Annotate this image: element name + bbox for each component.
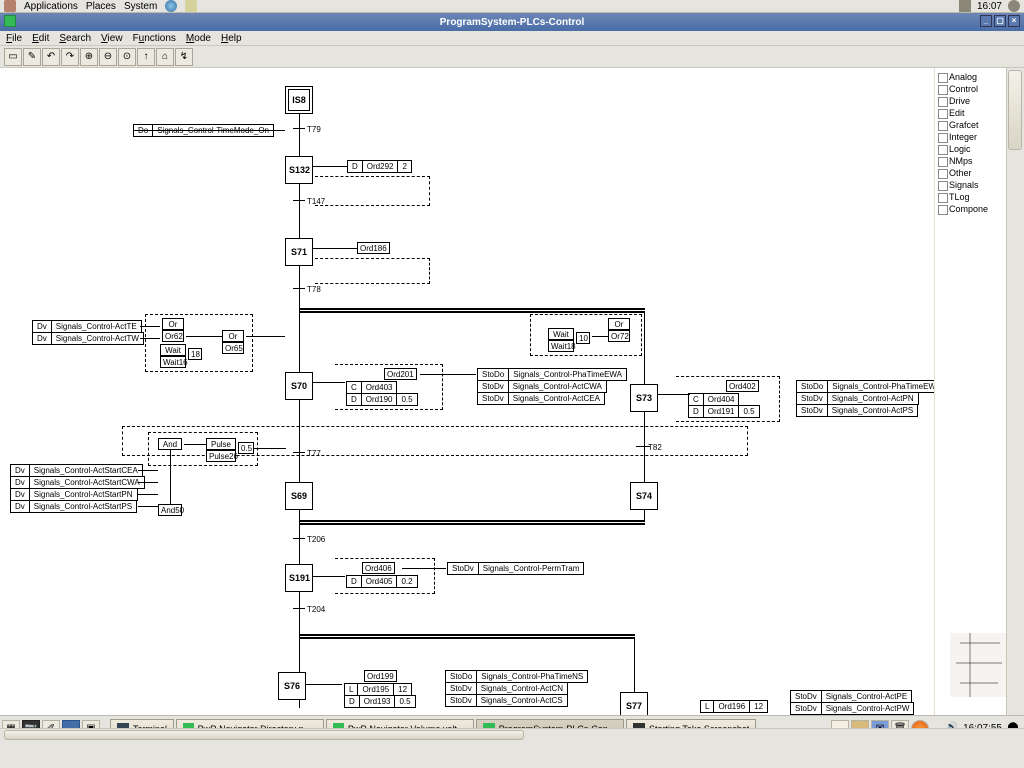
step-S77[interactable]: S77 xyxy=(620,692,648,715)
palette-control[interactable]: Control xyxy=(937,83,1004,95)
action-ord186[interactable]: Ord186 xyxy=(357,242,390,254)
act-tw[interactable]: Dv Signals_Control-ActTW xyxy=(32,332,144,345)
act-s77-l[interactable]: LOrd19612 xyxy=(700,700,768,713)
app-toolbar: ▭ ✎ ↶ ↷ ⊕ ⊖ ⊙ ↑ ⌂ ↯ xyxy=(0,46,1024,68)
step-S132[interactable]: S132 xyxy=(285,156,313,184)
step-S74[interactable]: S74 xyxy=(630,482,658,510)
menu-applications[interactable]: Applications xyxy=(24,1,78,12)
trans-T204: T204 xyxy=(305,604,327,616)
menu-file[interactable]: File xyxy=(6,33,22,44)
object-palette[interactable]: Analog Control Drive Edit Grafcet Intege… xyxy=(934,68,1006,715)
trans-T79: T79 xyxy=(305,124,323,136)
menu-mode[interactable]: Mode xyxy=(186,33,211,44)
diagram-canvas[interactable]: IS8 T79 Do Signals_Control-TimeMode_On S… xyxy=(0,68,966,715)
close-button[interactable]: × xyxy=(1008,15,1020,27)
block-and50[interactable]: And50 xyxy=(158,504,182,516)
window-title: ProgramSystem-PLCs-Control xyxy=(440,17,584,28)
palette-compone[interactable]: Compone xyxy=(937,203,1004,215)
vertical-scrollbar[interactable] xyxy=(1006,68,1024,715)
step-IS8[interactable]: IS8 xyxy=(285,86,313,114)
gnome-foot-icon xyxy=(4,0,16,12)
scroll-thumb[interactable] xyxy=(1008,70,1022,150)
h-scroll-thumb[interactable] xyxy=(4,730,524,740)
tool-undo-icon[interactable]: ↶ xyxy=(42,48,60,66)
palette-other[interactable]: Other xyxy=(937,167,1004,179)
horizontal-scrollbar[interactable] xyxy=(0,728,1024,742)
palette-analog[interactable]: Analog xyxy=(937,71,1004,83)
network-icon[interactable] xyxy=(959,0,971,12)
maximize-button[interactable]: ▢ xyxy=(994,15,1006,27)
palette-grafcet[interactable]: Grafcet xyxy=(937,119,1004,131)
palette-drive[interactable]: Drive xyxy=(937,95,1004,107)
act-start-ps[interactable]: DvSignals_Control-ActStartPS xyxy=(10,500,137,513)
tool-save-icon[interactable]: ▭ xyxy=(4,48,22,66)
tool-redo-icon[interactable]: ↷ xyxy=(61,48,79,66)
trans-T147: T147 xyxy=(305,196,327,208)
panel-clock[interactable]: 16:07 xyxy=(977,1,1002,12)
tool-zoom-reset-icon[interactable]: ⊙ xyxy=(118,48,136,66)
action-timemode[interactable]: Do Signals_Control-TimeMode_On xyxy=(133,124,274,137)
step-S76[interactable]: S76 xyxy=(278,672,306,700)
tool-zoom-out-icon[interactable]: ⊖ xyxy=(99,48,117,66)
trans-T206: T206 xyxy=(305,534,327,546)
act-s73-r3[interactable]: StoDvSignals_Control-ActPS xyxy=(796,404,918,417)
palette-tlog[interactable]: TLog xyxy=(937,191,1004,203)
menu-search[interactable]: Search xyxy=(59,33,91,44)
act-s77-r2[interactable]: StoDvSignals_Control-ActPW xyxy=(790,702,914,715)
trans-T78: T78 xyxy=(305,284,323,296)
navigator-minimap[interactable] xyxy=(950,633,1006,697)
tool-nav-up-icon[interactable]: ↑ xyxy=(137,48,155,66)
trans-T77: T77 xyxy=(305,448,323,460)
browser-launcher-icon[interactable] xyxy=(165,0,177,12)
palette-integer[interactable]: Integer xyxy=(937,131,1004,143)
act-s76-d[interactable]: DOrd1930.5 xyxy=(344,695,416,708)
workspace: IS8 T79 Do Signals_Control-TimeMode_On S… xyxy=(0,68,1024,715)
minimize-button[interactable]: _ xyxy=(980,15,992,27)
menu-system[interactable]: System xyxy=(124,1,157,12)
menu-functions[interactable]: Functions xyxy=(133,33,176,44)
palette-signals[interactable]: Signals xyxy=(937,179,1004,191)
palette-edit[interactable]: Edit xyxy=(937,107,1004,119)
step-S191[interactable]: S191 xyxy=(285,564,313,592)
menu-edit[interactable]: Edit xyxy=(32,33,49,44)
tool-zoom-in-icon[interactable]: ⊕ xyxy=(80,48,98,66)
step-S73[interactable]: S73 xyxy=(630,384,658,412)
tool-build-icon[interactable]: ✎ xyxy=(23,48,41,66)
tool-nav-root-icon[interactable]: ⌂ xyxy=(156,48,174,66)
palette-nmps[interactable]: NMps xyxy=(937,155,1004,167)
menu-help[interactable]: Help xyxy=(221,33,242,44)
palette-logic[interactable]: Logic xyxy=(937,143,1004,155)
menu-places[interactable]: Places xyxy=(86,1,116,12)
menu-view[interactable]: View xyxy=(101,33,123,44)
gnome-top-panel: Applications Places System 16:07 xyxy=(0,0,1024,13)
act-s76-r3[interactable]: StoDvSignals_Control-ActCS xyxy=(445,694,568,707)
act-s70-r3[interactable]: StoDvSignals_Control-ActCEA xyxy=(477,392,605,405)
act-ord199[interactable]: Ord199 xyxy=(364,670,397,682)
action-ord292[interactable]: D Ord292 2 xyxy=(347,160,412,173)
volume-icon[interactable] xyxy=(1008,0,1020,12)
act-s191-r[interactable]: StoDvSignals_Control-PermTram xyxy=(447,562,584,575)
mail-launcher-icon[interactable] xyxy=(185,0,197,12)
app-menubar: File Edit Search View Functions Mode Hel… xyxy=(0,31,1024,46)
panel-menus: Applications Places System xyxy=(4,0,197,12)
app-icon xyxy=(4,15,16,27)
step-S71[interactable]: S71 xyxy=(285,238,313,266)
window-titlebar[interactable]: ProgramSystem-PLCs-Control _ ▢ × xyxy=(0,13,1024,31)
step-S70[interactable]: S70 xyxy=(285,372,313,400)
step-S69[interactable]: S69 xyxy=(285,482,313,510)
trans-T82: T82 xyxy=(646,442,664,454)
tool-connect-icon[interactable]: ↯ xyxy=(175,48,193,66)
